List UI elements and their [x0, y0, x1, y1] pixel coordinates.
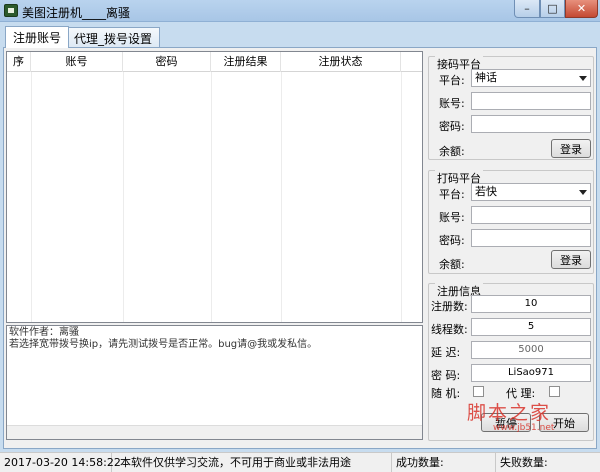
- receive-platform-select[interactable]: 神话: [471, 69, 591, 87]
- success-count-label: 成功数量:: [392, 453, 496, 472]
- app-icon: [4, 4, 18, 17]
- balance-label: 余额:: [439, 258, 465, 271]
- balance-label: 余额:: [439, 145, 465, 158]
- chevron-down-icon: [579, 190, 587, 195]
- tab-register-account[interactable]: 注册账号: [5, 26, 70, 48]
- platform-label: 平台:: [439, 188, 465, 201]
- receive-password-input[interactable]: [471, 115, 591, 133]
- account-label: 账号:: [439, 211, 465, 224]
- column-header-status[interactable]: 注册状态: [281, 52, 401, 72]
- table-header: 序 账号 密码 注册结果 注册状态: [7, 52, 422, 72]
- captcha-platform-group: 打码平台 平台: 若快 账号: 密码: 余额: 登录: [428, 170, 594, 274]
- column-divider: [281, 72, 282, 322]
- watermark-text: 脚本之家: [467, 402, 552, 424]
- column-divider: [31, 72, 32, 322]
- column-header-index[interactable]: 序: [7, 52, 31, 72]
- register-count-label: 注册数:: [431, 300, 468, 313]
- password-label: 密码:: [439, 234, 465, 247]
- horizontal-scrollbar[interactable]: [7, 425, 422, 439]
- status-notice: 本软件仅供学习交流，不可用于商业或非法用途: [112, 453, 392, 472]
- title-bar: 美图注册机____离骚 – □ ✕: [0, 0, 600, 22]
- column-divider: [123, 72, 124, 322]
- account-table[interactable]: 序 账号 密码 注册结果 注册状态: [6, 51, 423, 323]
- thread-count-label: 线程数:: [431, 323, 468, 336]
- thread-count-input[interactable]: 5: [471, 318, 591, 336]
- captcha-password-input[interactable]: [471, 229, 591, 247]
- close-button[interactable]: ✕: [565, 0, 598, 18]
- selected-value: 神话: [475, 71, 497, 84]
- column-divider: [211, 72, 212, 322]
- column-header-result[interactable]: 注册结果: [211, 52, 281, 72]
- register-password-input[interactable]: LiSao971: [471, 364, 591, 382]
- window-title: 美图注册机____离骚: [22, 6, 131, 20]
- fail-count-label: 失败数量:: [500, 456, 548, 469]
- site-watermark: 脚本之家 www.jb51.net: [463, 398, 585, 438]
- chevron-down-icon: [579, 76, 587, 81]
- status-datetime: 2017-03-20 14:58:22: [0, 453, 121, 472]
- log-textbox[interactable]: 软件作者：离骚 若选择宽带拨号换ip，请先测试拨号是否正常。bug请@我或发私信…: [6, 325, 423, 440]
- log-line: 若选择宽带拨号换ip，请先测试拨号是否正常。bug请@我或发私信。: [9, 339, 318, 350]
- watermark-url: www.jb51.net: [493, 423, 555, 433]
- captcha-platform-select[interactable]: 若快: [471, 183, 591, 201]
- account-label: 账号:: [439, 97, 465, 110]
- captcha-account-input[interactable]: [471, 206, 591, 224]
- receive-platform-group: 接码平台 平台: 神话 账号: 密码: 余额: 登录: [428, 56, 594, 160]
- column-divider: [401, 72, 402, 322]
- register-count-input[interactable]: 10: [471, 295, 591, 313]
- receive-login-button[interactable]: 登录: [551, 139, 591, 158]
- random-label: 随 机:: [431, 387, 461, 400]
- column-header-password[interactable]: 密码: [123, 52, 211, 72]
- log-line: 软件作者：离骚: [9, 327, 79, 338]
- receive-account-input[interactable]: [471, 92, 591, 110]
- platform-label: 平台:: [439, 74, 465, 87]
- selected-value: 若快: [475, 185, 497, 198]
- delay-label: 延 迟:: [431, 346, 461, 359]
- status-bar: 2017-03-20 14:58:22 本软件仅供学习交流，不可用于商业或非法用…: [0, 452, 600, 472]
- password-label: 密码:: [439, 120, 465, 133]
- proxy-checkbox[interactable]: [549, 386, 560, 397]
- minimize-button[interactable]: –: [514, 0, 540, 18]
- random-checkbox[interactable]: [473, 386, 484, 397]
- maximize-button[interactable]: □: [540, 0, 565, 18]
- captcha-login-button[interactable]: 登录: [551, 250, 591, 269]
- register-password-label: 密 码:: [431, 369, 461, 382]
- delay-input[interactable]: 5000: [471, 341, 591, 359]
- tab-proxy-dial-settings[interactable]: 代理_拨号设置: [66, 27, 161, 48]
- column-header-account[interactable]: 账号: [31, 52, 123, 72]
